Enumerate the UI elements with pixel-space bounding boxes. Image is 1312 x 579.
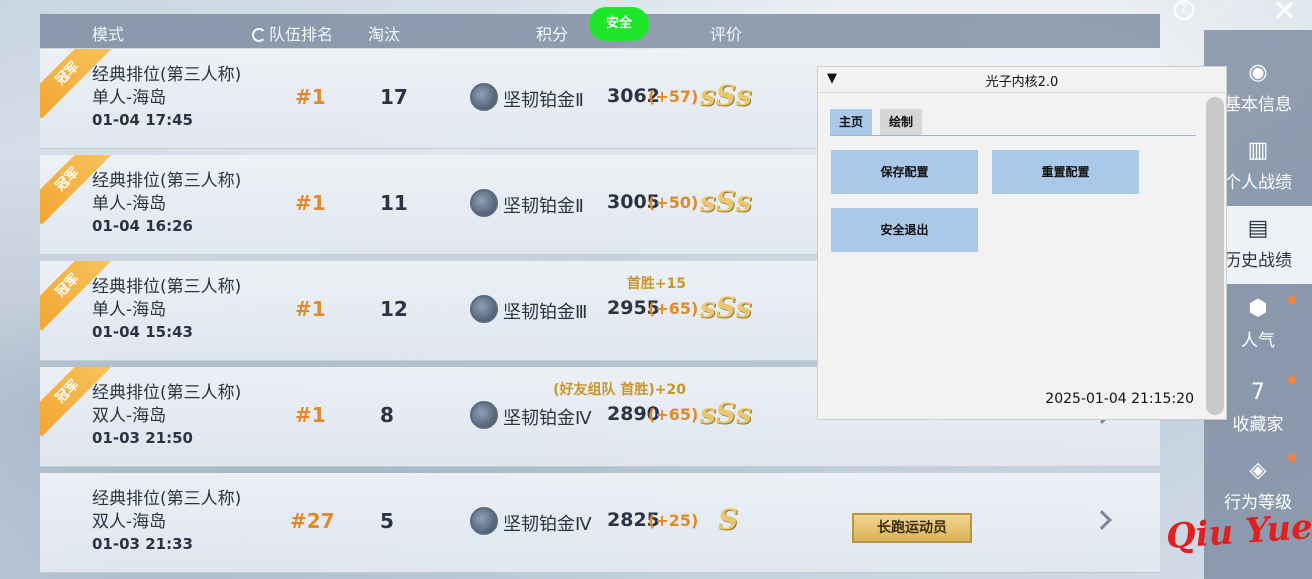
map-name: 双人-海岛 bbox=[92, 512, 167, 532]
tier-icon bbox=[470, 83, 498, 111]
overlay-panel: ▼ 光子内核2.0 主页 绘制 保存配置 重置配置 安全退出 2025-01-0… bbox=[817, 66, 1227, 420]
match-time: 01-04 16:26 bbox=[92, 217, 193, 235]
match-time: 01-03 21:33 bbox=[92, 535, 193, 553]
match-time: 01-03 21:50 bbox=[92, 429, 193, 447]
behavior-icon: ◈ bbox=[1249, 458, 1267, 483]
header-score: 积分 bbox=[536, 25, 569, 44]
team-rank: #1 bbox=[295, 297, 326, 321]
table-row[interactable]: 经典排位(第三人称) 双人-海岛 01-03 21:33 #27 5 坚韧铂金Ⅳ… bbox=[40, 473, 1160, 573]
score-delta: (+50) bbox=[648, 193, 699, 212]
map-name: 单人-海岛 bbox=[92, 194, 167, 214]
panel-timestamp: 2025-01-04 21:15:20 bbox=[1045, 391, 1194, 407]
header-rank[interactable]: 队伍排名 bbox=[252, 21, 333, 45]
mode-info: 经典排位(第三人称) 双人-海岛 01-03 21:33 bbox=[92, 488, 241, 555]
team-rank: #1 bbox=[295, 191, 326, 215]
grade-badge: sSs bbox=[700, 185, 752, 218]
bar-chart-icon: ▥ bbox=[1247, 138, 1269, 163]
header-rank-label: 队伍排名 bbox=[269, 25, 334, 44]
elim-count: 5 bbox=[380, 509, 394, 533]
grade-badge: sSs bbox=[700, 397, 752, 430]
mode-name: 经典排位(第三人称) bbox=[92, 383, 242, 403]
bonus-text: 首胜+15 bbox=[626, 276, 686, 292]
mode-info: 经典排位(第三人称) 单人-海岛 01-04 16:26 bbox=[92, 170, 241, 237]
map-name: 单人-海岛 bbox=[92, 300, 167, 320]
mode-name: 经典排位(第三人称) bbox=[92, 171, 242, 191]
panel-title-bar[interactable]: ▼ 光子内核2.0 bbox=[818, 67, 1226, 93]
mode-info: 经典排位(第三人称) 双人-海岛 01-03 21:50 bbox=[92, 382, 241, 449]
tab-home[interactable]: 主页 bbox=[830, 109, 872, 135]
help-icon[interactable]: ? bbox=[1174, 0, 1194, 20]
title-badge: 长跑运动员 bbox=[852, 513, 972, 543]
score-delta: (+65) bbox=[648, 405, 699, 424]
document-icon: ▤ bbox=[1247, 216, 1269, 241]
sidebar-top-label: 资料 bbox=[1218, 0, 1249, 16]
tier-icon bbox=[470, 189, 498, 217]
notification-dot bbox=[1288, 376, 1296, 384]
panel-tabs: 主页 绘制 bbox=[830, 109, 1196, 136]
header-eval: 评价 bbox=[710, 25, 743, 44]
popularity-icon: ⬢ bbox=[1248, 296, 1268, 321]
mode-name: 经典排位(第三人称) bbox=[92, 489, 242, 509]
score-delta: (+25) bbox=[648, 511, 699, 530]
header-elim: 淘汰 bbox=[368, 25, 401, 44]
grade-badge: sSs bbox=[700, 291, 752, 324]
tier-icon bbox=[470, 295, 498, 323]
map-name: 双人-海岛 bbox=[92, 406, 167, 426]
row-detail-chevron-icon[interactable] bbox=[1092, 510, 1112, 530]
profile-icon: ◉ bbox=[1248, 60, 1268, 85]
bonus-text: (好友组队 首胜)+20 bbox=[553, 382, 686, 398]
tier-name: 坚韧铂金Ⅳ bbox=[503, 514, 592, 535]
match-time: 01-04 15:43 bbox=[92, 323, 193, 341]
safe-exit-button[interactable]: 安全退出 bbox=[831, 208, 978, 252]
tier-icon bbox=[470, 507, 498, 535]
collector-icon: 7 bbox=[1251, 380, 1265, 405]
tier-name: 坚韧铂金Ⅱ bbox=[503, 196, 584, 217]
elim-count: 17 bbox=[380, 85, 408, 109]
mode-name: 经典排位(第三人称) bbox=[92, 277, 242, 297]
map-name: 单人-海岛 bbox=[92, 88, 167, 108]
header-mode: 模式 bbox=[92, 25, 125, 44]
mode-info: 经典排位(第三人称) 单人-海岛 01-04 17:45 bbox=[92, 64, 241, 131]
team-rank: #1 bbox=[295, 403, 326, 427]
tab-draw[interactable]: 绘制 bbox=[880, 109, 922, 135]
elim-count: 8 bbox=[380, 403, 394, 427]
notification-dot bbox=[1288, 454, 1296, 462]
tier-name: 坚韧铂金Ⅱ bbox=[503, 90, 584, 111]
match-time: 01-04 17:45 bbox=[92, 111, 193, 129]
team-rank: #27 bbox=[290, 509, 335, 533]
save-config-button[interactable]: 保存配置 bbox=[831, 150, 978, 194]
notification-dot bbox=[1288, 296, 1296, 304]
refresh-icon[interactable] bbox=[252, 28, 266, 42]
score-delta: (+57) bbox=[648, 87, 699, 106]
mode-name: 经典排位(第三人称) bbox=[92, 65, 242, 85]
panel-scrollbar[interactable] bbox=[1206, 97, 1224, 415]
reset-config-button[interactable]: 重置配置 bbox=[992, 150, 1139, 194]
panel-title: 光子内核2.0 bbox=[985, 75, 1059, 90]
grade-badge: S bbox=[718, 503, 739, 536]
grade-badge: sSs bbox=[700, 79, 752, 112]
tier-icon bbox=[470, 401, 498, 429]
elim-count: 12 bbox=[380, 297, 408, 321]
elim-count: 11 bbox=[380, 191, 408, 215]
team-rank: #1 bbox=[295, 85, 326, 109]
safe-status-badge: 安全 bbox=[589, 7, 649, 41]
score-delta: (+65) bbox=[648, 299, 699, 318]
mode-info: 经典排位(第三人称) 单人-海岛 01-04 15:43 bbox=[92, 276, 241, 343]
close-icon[interactable]: ✕ bbox=[1272, 0, 1297, 29]
tier-name: 坚韧铂金Ⅲ bbox=[503, 302, 588, 323]
tier-name: 坚韧铂金Ⅳ bbox=[503, 408, 592, 429]
